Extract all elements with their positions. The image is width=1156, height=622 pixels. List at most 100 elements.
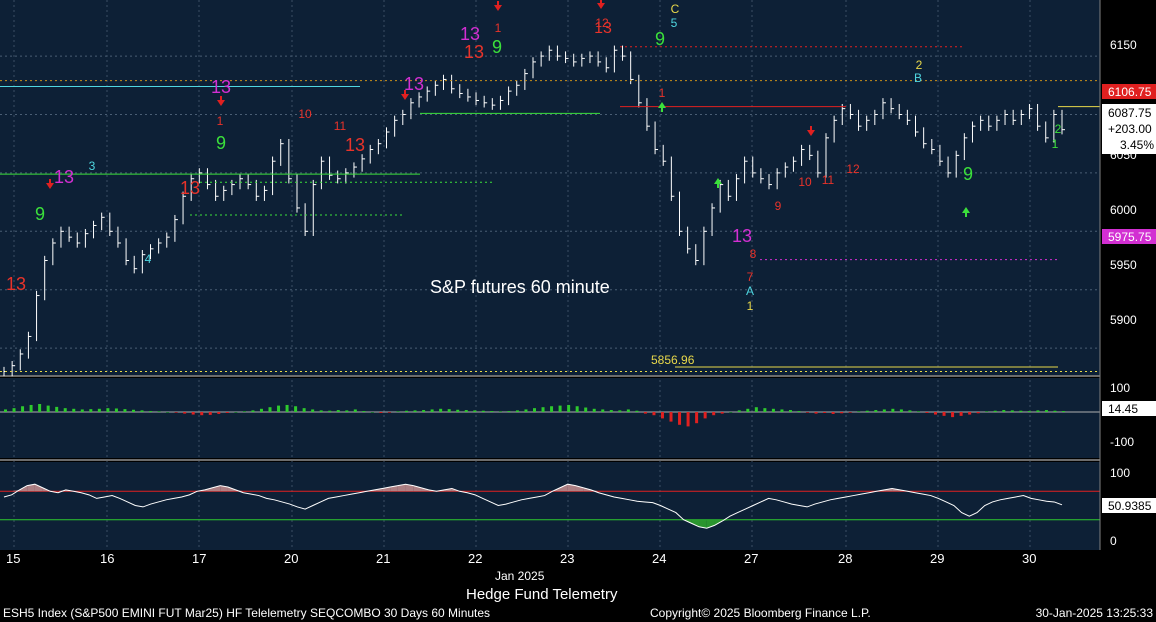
hist-yticks: 100 -100 14.45 [1102, 381, 1156, 449]
hist-bar [294, 406, 298, 412]
quote-change: +203.00 [1108, 122, 1152, 136]
hist-bar [1036, 410, 1040, 412]
hist-bar [686, 412, 690, 427]
hist-bar [149, 411, 153, 412]
ytick-5900: 5900 [1110, 313, 1137, 327]
ytick-6150: 6150 [1110, 38, 1137, 52]
hist-bar [302, 408, 306, 412]
hist-bar [959, 412, 963, 416]
hist-bar [208, 412, 212, 415]
hist-bar [1010, 410, 1014, 412]
hist-bar [507, 411, 511, 412]
sequence-count-label: 7 [747, 270, 754, 284]
hist-bar [174, 412, 178, 413]
sequence-count-label: 9 [963, 164, 973, 184]
hist-bar [1053, 410, 1057, 412]
sequence-count-label: 12 [595, 16, 609, 30]
xtick-22: 22 [468, 551, 482, 566]
hist-bar [422, 410, 426, 412]
xtick-20: 20 [284, 551, 298, 566]
hist-bar [447, 409, 451, 412]
hist-bar [498, 411, 502, 412]
hist-bar [754, 407, 758, 412]
footer-right: 30-Jan-2025 13:25:33 [1036, 606, 1154, 620]
hist-bar [55, 406, 59, 412]
hist-bar [123, 409, 127, 412]
hist-value-tag: 14.45 [1108, 402, 1138, 416]
hist-bar [38, 404, 42, 412]
sequence-count-label: 9 [216, 133, 226, 153]
hist-bar [609, 410, 613, 412]
hist-bar [882, 409, 886, 412]
hist-bar [370, 412, 374, 413]
sequence-count-label: 5 [671, 16, 678, 30]
sequence-count-label: 13 [464, 42, 484, 62]
hist-bar [405, 410, 409, 412]
xtick-15: 15 [6, 551, 20, 566]
hist-bar [1062, 411, 1065, 412]
quote-price: 6087.75 [1108, 106, 1152, 120]
quote-box: 6087.75 +203.00 3.45% [1102, 104, 1156, 154]
hist-bar [140, 410, 144, 412]
hist-bar [225, 412, 229, 413]
hist-bar [131, 409, 135, 412]
sequence-count-label: 13 [180, 178, 200, 198]
hist-bar [353, 409, 357, 412]
sequence-count-label: 3 [89, 159, 96, 173]
hist-bar [311, 409, 315, 412]
xtick-24: 24 [652, 551, 666, 566]
hist-bar [439, 408, 443, 412]
sequence-count-label: 2 [1055, 122, 1062, 136]
hist-ytick-100: 100 [1110, 381, 1130, 395]
hist-bar [848, 412, 852, 413]
xtick-29: 29 [930, 551, 944, 566]
hist-bar [473, 410, 477, 412]
hist-bar [285, 404, 289, 412]
hist-bar [80, 409, 84, 412]
hist-bar [993, 410, 997, 412]
hist-bar [712, 412, 716, 416]
hist-bar [183, 412, 187, 414]
x-subtitle: Hedge Fund Telemetry [466, 586, 618, 603]
hist-bar [456, 409, 460, 412]
hist-bar [857, 411, 861, 412]
hist-bar [652, 412, 656, 416]
sequence-count-label: A [746, 284, 754, 298]
sequence-count-label: 9 [35, 204, 45, 224]
xtick-23: 23 [560, 551, 574, 566]
hist-bar [46, 405, 50, 412]
hist-bar [788, 410, 792, 412]
hist-bar [771, 408, 775, 412]
sequence-count-label: 12 [846, 162, 860, 176]
hist-bar [934, 412, 938, 415]
hist-bar [63, 408, 67, 412]
sequence-count-label: 1 [217, 114, 224, 128]
price-yticks: 6150 6050 6000 5950 5900 [1110, 38, 1137, 327]
sequence-count-label: C [671, 2, 680, 16]
hist-bar [635, 410, 639, 412]
hist-bar [643, 412, 647, 414]
hist-bar [584, 407, 588, 412]
sequence-count-label: 13 [404, 74, 424, 94]
hist-bar [729, 412, 733, 413]
hist-bar [567, 404, 571, 412]
osc-ytick-100: 100 [1110, 466, 1130, 480]
hist-bar [515, 410, 519, 412]
hist-bar [413, 410, 417, 412]
sequence-count-label: 1 [747, 299, 754, 313]
sequence-count-label: 11 [334, 119, 347, 133]
sequence-count-label: 1 [659, 86, 666, 100]
hist-bar [737, 410, 741, 412]
xtick-16: 16 [100, 551, 114, 566]
chart-root: 13 13 13 13 13 13 13 13 13 13 9 9 9 9 9 1 1 1 1 1 2 2 3 4 5 7 8 9 10… [0, 0, 1156, 622]
hist-bar [1019, 410, 1023, 412]
hist-bar [21, 406, 25, 412]
hist-bar [533, 408, 536, 412]
last-price-label: 6106.75 [1108, 85, 1152, 99]
ytick-5950: 5950 [1110, 258, 1137, 272]
hist-bar [1044, 410, 1048, 412]
hist-bar [601, 409, 605, 412]
hist-bar [985, 411, 989, 412]
sequence-count-label: 1 [495, 21, 502, 35]
hist-bar [1002, 410, 1006, 412]
